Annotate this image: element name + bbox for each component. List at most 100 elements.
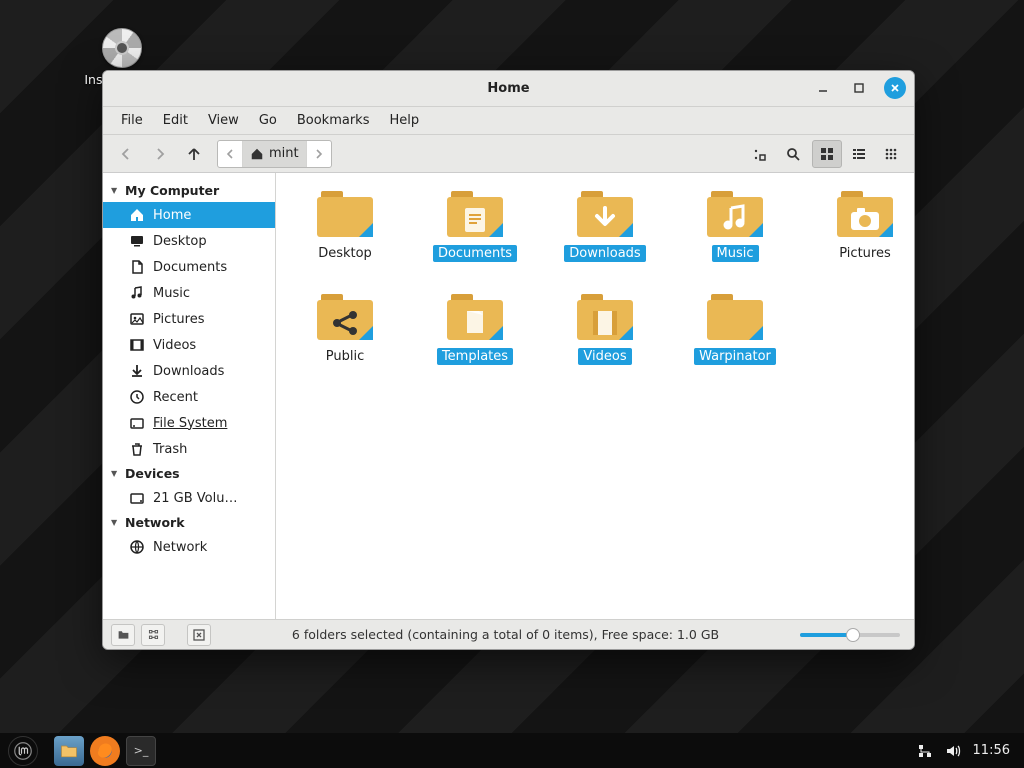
menu-bookmarks[interactable]: Bookmarks xyxy=(289,110,378,131)
pathbar: mint xyxy=(217,140,332,168)
document-icon xyxy=(129,259,145,275)
file-item-downloads[interactable]: Downloads xyxy=(566,191,644,262)
places-toggle-button[interactable] xyxy=(111,624,135,646)
recent-icon xyxy=(129,389,145,405)
search-button[interactable] xyxy=(778,140,808,168)
path-segment-home[interactable]: mint xyxy=(243,141,307,167)
nav-up-button[interactable] xyxy=(179,140,209,168)
sidebar-item-videos[interactable]: Videos xyxy=(103,332,275,358)
mint-logo-icon xyxy=(14,742,32,760)
downloads-icon xyxy=(129,363,145,379)
home-icon xyxy=(129,207,145,223)
sidebar-item-home[interactable]: Home xyxy=(103,202,275,228)
clock[interactable]: 11:56 xyxy=(973,743,1010,758)
network-icon xyxy=(129,539,145,555)
sidebar-item-label: Documents xyxy=(153,260,227,275)
folder-icon xyxy=(707,191,763,237)
sidebar: My Computer Home Desktop Documents Music Pict… xyxy=(103,173,276,619)
file-item-pictures[interactable]: Pictures xyxy=(826,191,904,262)
firefox-icon xyxy=(95,741,115,761)
desktop-icon xyxy=(129,233,145,249)
sidebar-item-documents[interactable]: Documents xyxy=(103,254,275,280)
file-item-public[interactable]: Public xyxy=(306,294,384,365)
path-next-button[interactable] xyxy=(307,141,331,167)
file-item-music[interactable]: Music xyxy=(696,191,774,262)
compact-icon xyxy=(883,146,899,162)
file-label: Downloads xyxy=(564,245,645,262)
sidebar-item-file-system[interactable]: File System xyxy=(103,410,275,436)
sidebar-section-network[interactable]: Network xyxy=(103,511,275,534)
folder-icon xyxy=(317,294,373,340)
sidebar-section-label: Devices xyxy=(125,466,180,481)
sidebar-item-recent[interactable]: Recent xyxy=(103,384,275,410)
window-close-button[interactable] xyxy=(884,77,906,99)
sidebar-section-devices[interactable]: Devices xyxy=(103,462,275,485)
disc-icon xyxy=(102,28,142,68)
taskbar-firefox-button[interactable] xyxy=(90,736,120,766)
file-pane[interactable]: Desktop Documents Downloads Music Pictures Pu… xyxy=(276,173,914,619)
toolbar: mint xyxy=(103,135,914,173)
titlebar[interactable]: Home xyxy=(103,71,914,107)
start-menu-button[interactable] xyxy=(8,736,38,766)
nav-forward-button[interactable] xyxy=(145,140,175,168)
sidebar-item-downloads[interactable]: Downloads xyxy=(103,358,275,384)
statusbar: 6 folders selected (containing a total o… xyxy=(103,619,914,649)
sidebar-item-network[interactable]: Network xyxy=(103,534,275,560)
tree-icon xyxy=(147,628,160,641)
file-item-templates[interactable]: Templates xyxy=(436,294,514,365)
file-label: Warpinator xyxy=(694,348,776,365)
sidebar-item-music[interactable]: Music xyxy=(103,280,275,306)
folder-icon xyxy=(577,191,633,237)
sidebar-item-trash[interactable]: Trash xyxy=(103,436,275,462)
terminal-icon: >_ xyxy=(134,744,149,757)
file-label: Videos xyxy=(578,348,631,365)
file-label: Templates xyxy=(437,348,513,365)
sidebar-item-label: Recent xyxy=(153,390,198,405)
nav-back-button[interactable] xyxy=(111,140,141,168)
file-item-documents[interactable]: Documents xyxy=(436,191,514,262)
path-segment-label: mint xyxy=(269,146,299,161)
folder-icon xyxy=(317,191,373,237)
view-list-button[interactable] xyxy=(844,140,874,168)
file-item-desktop[interactable]: Desktop xyxy=(306,191,384,262)
path-prev-button[interactable] xyxy=(218,141,243,167)
window-minimize-button[interactable] xyxy=(812,77,834,99)
sidebar-item-21-gb-volu-[interactable]: 21 GB Volu… xyxy=(103,485,275,511)
volume-tray-icon[interactable] xyxy=(945,743,961,759)
close-sidebar-button[interactable] xyxy=(187,624,211,646)
file-label: Public xyxy=(321,348,369,365)
menu-go[interactable]: Go xyxy=(251,110,285,131)
folder-icon xyxy=(577,294,633,340)
sidebar-item-desktop[interactable]: Desktop xyxy=(103,228,275,254)
file-label: Desktop xyxy=(313,245,377,262)
taskbar-files-button[interactable] xyxy=(54,736,84,766)
sidebar-section-my-computer[interactable]: My Computer xyxy=(103,179,275,202)
sidebar-item-pictures[interactable]: Pictures xyxy=(103,306,275,332)
videos-icon xyxy=(129,337,145,353)
view-compact-button[interactable] xyxy=(876,140,906,168)
network-tray-icon[interactable] xyxy=(917,743,933,759)
grid-icon xyxy=(819,146,835,162)
folder-small-icon xyxy=(117,628,130,641)
window-maximize-button[interactable] xyxy=(848,77,870,99)
zoom-slider[interactable] xyxy=(800,633,900,637)
files-icon xyxy=(59,741,79,761)
system-tray: 11:56 xyxy=(917,743,1016,759)
sidebar-item-label: Videos xyxy=(153,338,196,353)
pictures-icon xyxy=(129,311,145,327)
menu-help[interactable]: Help xyxy=(381,110,427,131)
sidebar-item-label: Home xyxy=(153,208,191,223)
sidebar-item-label: Pictures xyxy=(153,312,204,327)
sidebar-item-label: Desktop xyxy=(153,234,207,249)
file-item-videos[interactable]: Videos xyxy=(566,294,644,365)
folder-icon xyxy=(447,294,503,340)
taskbar-terminal-button[interactable]: >_ xyxy=(126,736,156,766)
file-item-warpinator[interactable]: Warpinator xyxy=(696,294,774,365)
menu-edit[interactable]: Edit xyxy=(155,110,196,131)
menu-file[interactable]: File xyxy=(113,110,151,131)
view-icons-button[interactable] xyxy=(812,140,842,168)
toggle-location-button[interactable] xyxy=(744,140,774,168)
file-label: Music xyxy=(712,245,759,262)
treeview-toggle-button[interactable] xyxy=(141,624,165,646)
menu-view[interactable]: View xyxy=(200,110,247,131)
